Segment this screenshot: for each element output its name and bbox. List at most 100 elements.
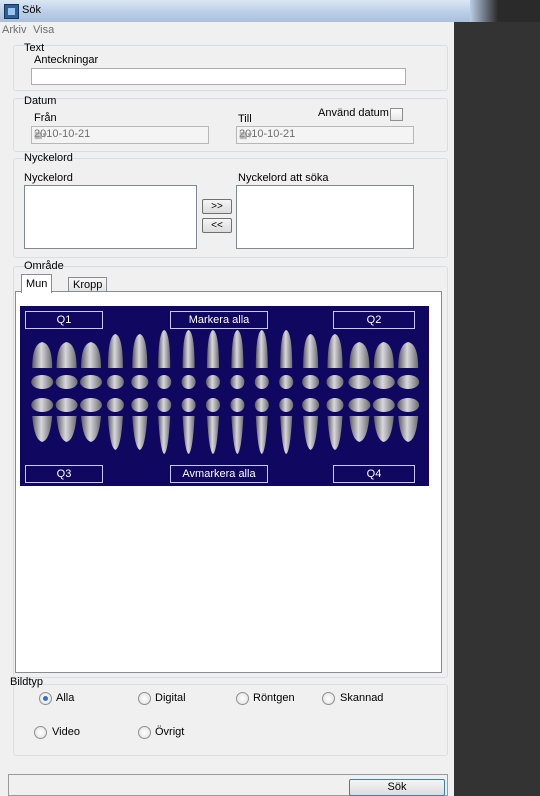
menu-bar: Arkiv Visa [0,22,454,38]
lower-tooth-1[interactable] [32,416,53,442]
lower-tooth-occlusal-14[interactable] [348,398,371,412]
upper-tooth-1[interactable] [32,342,53,368]
lower-tooth-13[interactable] [327,416,343,450]
upper-tooth-12[interactable] [303,334,319,368]
upper-tooth-occlusal-6[interactable] [157,375,172,389]
menu-visa[interactable]: Visa [33,24,54,36]
lower-tooth-9[interactable] [231,416,244,454]
upper-tooth-occlusal-1[interactable] [31,375,54,389]
upper-tooth-16[interactable] [398,342,419,368]
lower-tooth-16[interactable] [398,416,419,442]
lower-tooth-occlusal-4[interactable] [106,398,124,412]
lower-tooth-occlusal-9[interactable] [230,398,245,412]
lower-tooth-5[interactable] [132,416,148,450]
radio-digital[interactable] [138,692,151,705]
remove-keyword-button[interactable]: << [202,218,232,233]
window-title: Sök [22,4,41,16]
upper-tooth-6[interactable] [158,330,171,368]
tab-mun[interactable]: Mun [21,274,53,293]
upper-tooth-occlusal-11[interactable] [279,375,294,389]
from-date-picker[interactable]: 2010-10-21 ▦▾ [31,126,209,144]
lower-tooth-3[interactable] [81,416,101,442]
lower-tooth-2[interactable] [56,416,77,442]
lower-tooth-occlusal-5[interactable] [131,398,149,412]
upper-tooth-occlusal-10[interactable] [254,375,269,389]
tab-kropp[interactable]: Kropp [68,277,108,292]
upper-tooth-occlusal-8[interactable] [206,375,220,389]
keywords-to-search-list[interactable] [236,185,414,249]
lower-tooth-occlusal-13[interactable] [326,398,344,412]
search-button[interactable]: Sök [349,779,445,796]
keywords-list[interactable] [24,185,197,249]
upper-tooth-9[interactable] [231,330,244,368]
keywords-label: Nyckelord [24,172,73,184]
lower-tooth-occlusal-15[interactable] [372,398,395,412]
upper-tooth-10[interactable] [255,330,268,368]
upper-tooth-occlusal-3[interactable] [80,375,102,389]
calendar-dropdown-icon[interactable]: ▦▾ [239,130,408,141]
add-keyword-button[interactable]: >> [202,199,232,214]
tooth-chart: Q1 Markera alla Q2 Q3 Avmarkera alla Q4 [20,306,429,486]
radio-video[interactable] [34,726,47,739]
upper-tooth-occlusal-9[interactable] [230,375,245,389]
lower-tooth-occlusal-10[interactable] [254,398,269,412]
upper-tooth-occlusal-2[interactable] [55,375,78,389]
radio-rontgen[interactable] [236,692,249,705]
upper-tooth-occlusal-7[interactable] [181,375,196,389]
radio-rontgen-label: Röntgen [253,692,295,704]
upper-tooth-11[interactable] [280,330,293,368]
upper-tooth-occlusal-14[interactable] [348,375,371,389]
lower-tooth-occlusal-2[interactable] [55,398,78,412]
upper-tooth-5[interactable] [132,334,148,368]
upper-tooth-13[interactable] [327,334,343,368]
upper-tooth-occlusal-12[interactable] [302,375,320,389]
radio-digital-label: Digital [155,692,186,704]
right-preview-pane [454,22,540,796]
image-type-group-title: Bildtyp [10,676,44,688]
app-icon [4,4,19,19]
lower-tooth-occlusal-6[interactable] [157,398,172,412]
lower-tooth-7[interactable] [182,416,195,454]
radio-ovrigt[interactable] [138,726,151,739]
lower-tooth-10[interactable] [255,416,268,454]
radio-alla[interactable] [39,692,52,705]
lower-tooth-12[interactable] [303,416,319,450]
keywords-to-search-label: Nyckelord att söka [238,172,329,184]
upper-tooth-3[interactable] [81,342,101,368]
lower-tooth-14[interactable] [349,416,370,442]
lower-tooth-occlusal-11[interactable] [279,398,294,412]
upper-tooth-8[interactable] [207,330,219,368]
menu-arkiv[interactable]: Arkiv [2,24,26,36]
use-date-checkbox[interactable] [390,108,403,121]
lower-tooth-4[interactable] [107,416,123,450]
upper-tooth-2[interactable] [56,342,77,368]
upper-tooth-7[interactable] [182,330,195,368]
lower-tooth-11[interactable] [280,416,293,454]
title-bar-fade [470,0,540,22]
radio-alla-label: Alla [56,692,75,704]
lower-tooth-6[interactable] [158,416,171,454]
upper-tooth-occlusal-15[interactable] [372,375,395,389]
lower-tooth-occlusal-3[interactable] [80,398,102,412]
date-group-title: Datum [24,95,57,107]
notes-input[interactable] [31,68,406,85]
upper-tooth-occlusal-13[interactable] [326,375,344,389]
upper-tooth-15[interactable] [373,342,394,368]
lower-tooth-occlusal-16[interactable] [397,398,420,412]
upper-tooth-occlusal-4[interactable] [106,375,124,389]
lower-tooth-8[interactable] [207,416,219,454]
notes-label: Anteckningar [34,54,99,66]
upper-tooth-14[interactable] [349,342,370,368]
upper-tooth-occlusal-16[interactable] [397,375,420,389]
to-date-picker[interactable]: 2010-10-21 ▦▾ [236,126,414,144]
lower-tooth-occlusal-8[interactable] [206,398,220,412]
calendar-dropdown-icon[interactable]: ▦▾ [34,130,203,141]
upper-tooth-4[interactable] [107,334,123,368]
lower-tooth-occlusal-12[interactable] [302,398,320,412]
upper-tooth-occlusal-5[interactable] [131,375,149,389]
lower-tooth-15[interactable] [373,416,394,442]
lower-tooth-occlusal-1[interactable] [31,398,54,412]
radio-skannad[interactable] [322,692,335,705]
teeth-illustration [31,330,420,454]
lower-tooth-occlusal-7[interactable] [181,398,196,412]
